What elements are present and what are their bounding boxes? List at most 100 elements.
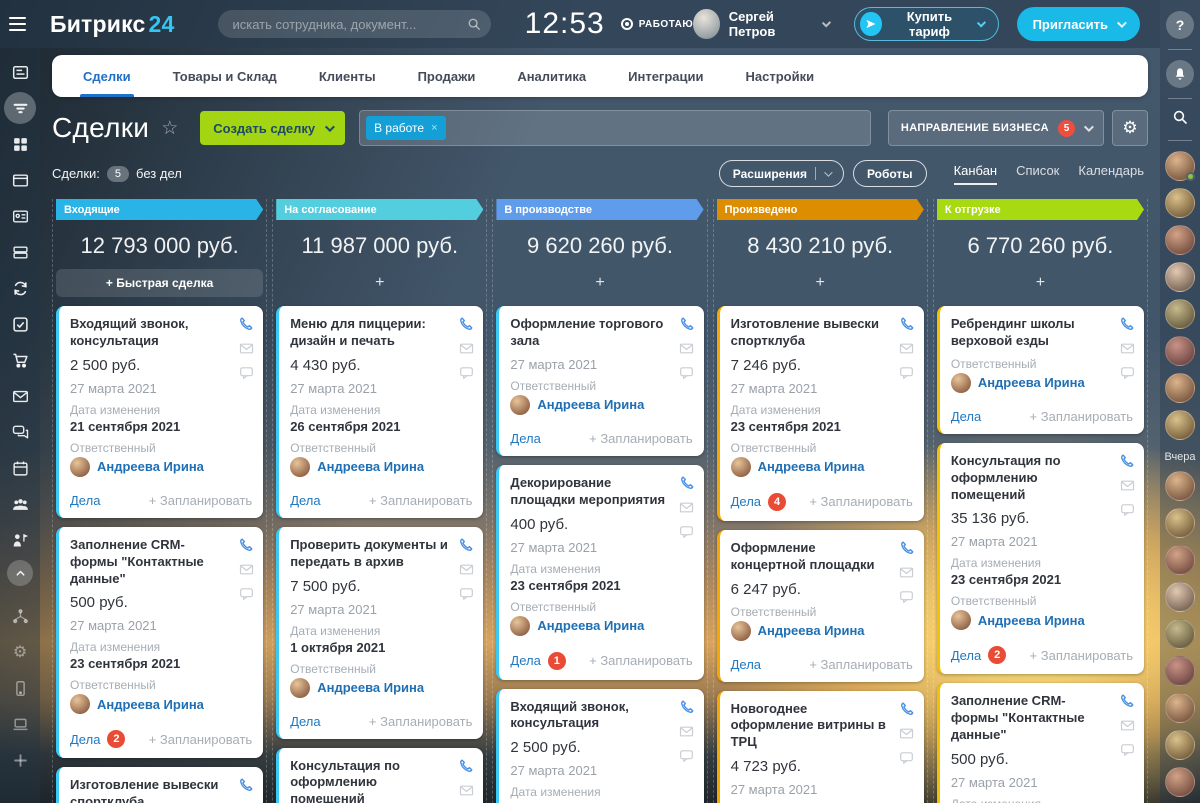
responsible-link[interactable]: Андреева Ирина — [537, 618, 644, 633]
mail-icon[interactable] — [899, 341, 914, 356]
chat-icon[interactable] — [679, 524, 694, 539]
view-tab[interactable]: Календарь — [1078, 163, 1144, 185]
deal-card[interactable]: Ребрендинг школы верховой езды Дата изме… — [937, 306, 1144, 434]
mail-icon[interactable] — [239, 562, 254, 577]
deal-title[interactable]: Новогоднее оформление витрины в ТРЦ — [731, 701, 913, 752]
business-direction-button[interactable]: НАПРАВЛЕНИЕ БИЗНЕСА 5 — [888, 110, 1104, 146]
recent-user-avatar[interactable] — [1165, 508, 1195, 538]
recent-user-avatar[interactable] — [1165, 471, 1195, 501]
phone-icon[interactable] — [899, 316, 915, 332]
deal-card[interactable]: Заполнение CRM-формы "Контактные данные"… — [56, 527, 263, 759]
sidebar-item-apps[interactable] — [4, 128, 36, 160]
chat-icon[interactable] — [239, 365, 254, 380]
mail-icon[interactable] — [1120, 341, 1135, 356]
filter-search-bar[interactable]: В работе × — [359, 110, 871, 146]
notifications-button[interactable] — [1166, 60, 1194, 88]
user-menu[interactable]: Сергей Петров — [693, 9, 828, 39]
deals-link[interactable]: Дела — [510, 431, 540, 446]
phone-icon[interactable] — [679, 475, 695, 491]
phone-icon[interactable] — [899, 540, 915, 556]
plan-activity-link[interactable]: + Запланировать — [589, 653, 692, 668]
view-tab[interactable]: Канбан — [954, 163, 998, 185]
sidebar-item-mail[interactable] — [4, 380, 36, 412]
mail-icon[interactable] — [459, 783, 474, 798]
sidebar-item-feed[interactable] — [4, 56, 36, 88]
add-deal-button[interactable]: + — [496, 269, 703, 297]
work-status[interactable]: РАБОТАЮ — [621, 18, 694, 30]
recent-user-avatar[interactable] — [1165, 656, 1195, 686]
responsible-link[interactable]: Андреева Ирина — [317, 459, 424, 474]
chat-icon[interactable] — [899, 365, 914, 380]
phone-icon[interactable] — [1119, 316, 1135, 332]
deal-title[interactable]: Ребрендинг школы верховой езды — [951, 316, 1133, 350]
global-search[interactable] — [218, 10, 490, 38]
deal-card[interactable]: Проверить документы и передать в архив 7… — [276, 527, 483, 739]
nav-tab[interactable]: Сделки — [62, 55, 152, 97]
plan-activity-link[interactable]: + Запланировать — [1030, 409, 1133, 424]
deal-title[interactable]: Заполнение CRM-формы "Контактные данные" — [70, 537, 252, 588]
plan-activity-link[interactable]: + Запланировать — [149, 493, 252, 508]
deals-link[interactable]: Дела — [951, 409, 981, 424]
deal-title[interactable]: Входящий звонок, консультация — [70, 316, 252, 350]
deal-title[interactable]: Оформление концертной площадки — [731, 540, 913, 574]
help-button[interactable]: ? — [1166, 11, 1194, 39]
deal-title[interactable]: Изготовление вывески спортклуба — [731, 316, 913, 350]
add-deal-button[interactable]: + — [276, 269, 483, 297]
deal-title[interactable]: Проверить документы и передать в архив — [290, 537, 472, 571]
recent-user-avatar[interactable] — [1165, 730, 1195, 760]
sidebar-item-add[interactable] — [4, 744, 36, 776]
chat-icon[interactable] — [459, 365, 474, 380]
recent-user-avatar[interactable] — [1165, 582, 1195, 612]
plan-activity-link[interactable]: + Запланировать — [809, 494, 912, 509]
recent-user-avatar[interactable] — [1165, 693, 1195, 723]
phone-icon[interactable] — [238, 537, 254, 553]
sidebar-item-processes[interactable] — [4, 272, 36, 304]
phone-icon[interactable] — [679, 699, 695, 715]
plan-activity-link[interactable]: + Запланировать — [1030, 648, 1133, 663]
deal-card[interactable]: Декорирование площадки мероприятия 400 р… — [496, 465, 703, 680]
recent-user-avatar[interactable] — [1165, 619, 1195, 649]
buy-tariff-button[interactable]: Купить тариф — [854, 7, 998, 41]
nav-tab[interactable]: Товары и Склад — [152, 55, 298, 97]
deals-link[interactable]: Дела — [510, 653, 540, 668]
mail-icon[interactable] — [239, 341, 254, 356]
column-header[interactable]: К отгрузке — [937, 199, 1144, 220]
recent-user-avatar[interactable] — [1165, 188, 1195, 218]
deals-link[interactable]: Дела — [70, 732, 100, 747]
plan-activity-link[interactable]: + Запланировать — [589, 431, 692, 446]
deals-link[interactable]: Дела — [290, 714, 320, 729]
sidebar-item-crm[interactable] — [4, 92, 36, 124]
recent-user-avatar[interactable] — [1165, 767, 1195, 797]
filter-input[interactable] — [454, 121, 865, 136]
responsible-link[interactable]: Андреева Ирина — [978, 613, 1085, 628]
sidebar-item-sites[interactable] — [4, 164, 36, 196]
plan-activity-link[interactable]: + Запланировать — [369, 714, 472, 729]
chat-icon[interactable] — [679, 748, 694, 763]
filter-chip[interactable]: В работе × — [366, 116, 445, 140]
deals-link[interactable]: Дела — [731, 657, 761, 672]
chat-icon[interactable] — [1120, 365, 1135, 380]
recent-user-avatar[interactable] — [1165, 373, 1195, 403]
sidebar-item-messenger[interactable] — [4, 416, 36, 448]
responsible-link[interactable]: Андреева Ирина — [97, 459, 204, 474]
people-search-button[interactable] — [1172, 109, 1188, 130]
recent-user-avatar[interactable] — [1165, 151, 1195, 181]
phone-icon[interactable] — [458, 758, 474, 774]
deals-link[interactable]: Дела — [70, 493, 100, 508]
deal-card[interactable]: Изготовление вывески спортклуба 7 246 ру… — [717, 306, 924, 521]
recent-user-avatar[interactable] — [1165, 299, 1195, 329]
deal-card[interactable]: Входящий звонок, консультация 2 500 руб.… — [496, 689, 703, 803]
deal-title[interactable]: Заполнение CRM-формы "Контактные данные" — [951, 693, 1133, 744]
recent-user-avatar[interactable] — [1165, 336, 1195, 366]
responsible-link[interactable]: Андреева Ирина — [758, 623, 865, 638]
chat-icon[interactable] — [899, 589, 914, 604]
remove-filter-icon[interactable]: × — [431, 122, 437, 134]
responsible-link[interactable]: Андреева Ирина — [317, 680, 424, 695]
add-deal-button[interactable]: + — [937, 269, 1144, 297]
deal-title[interactable]: Декорирование площадки мероприятия — [510, 475, 692, 509]
robots-button[interactable]: Роботы — [853, 160, 927, 187]
app-logo[interactable]: Битрикс24 — [50, 11, 175, 38]
sidebar-item-store[interactable] — [4, 344, 36, 376]
plan-activity-link[interactable]: + Запланировать — [809, 657, 912, 672]
deal-card[interactable]: Оформление торгового зала 27 марта 2021 … — [496, 306, 703, 456]
